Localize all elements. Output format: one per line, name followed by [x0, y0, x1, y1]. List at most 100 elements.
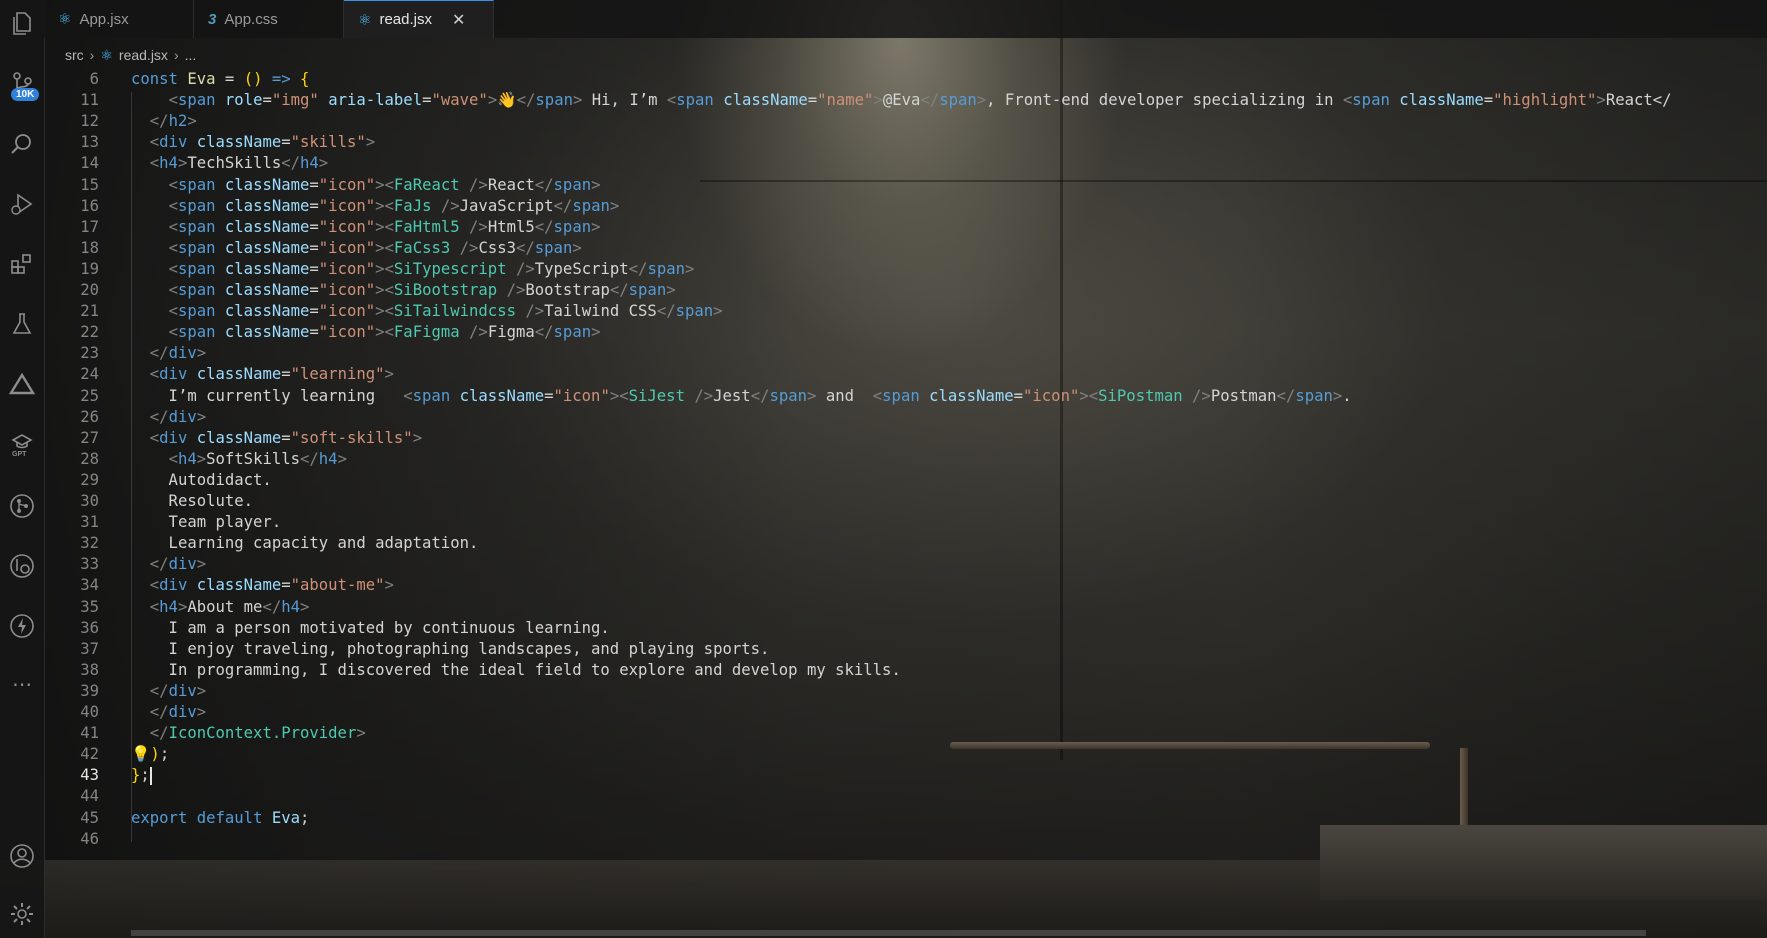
code-line[interactable]: 37 I enjoy traveling, photographing land… [44, 638, 1767, 661]
code-line[interactable]: 30 Resolute. [44, 490, 1767, 513]
code-line[interactable]: 27 <div className="soft-skills"> [44, 427, 1767, 450]
code-line[interactable]: 13 <div className="skills"> [44, 131, 1767, 154]
tab-app-css[interactable]: 3 App.css [194, 0, 344, 38]
testing-icon[interactable] [6, 308, 38, 340]
source-control-badge: 10K [11, 88, 40, 101]
code-text: <h4>About me</h4> [149, 597, 310, 616]
code-line[interactable]: 46 [44, 828, 1767, 851]
code-text: <span className="icon"><FaCss3 />Css3</s… [168, 238, 582, 257]
activity-bar: 10K GPT ⋯ [0, 0, 45, 938]
deploy-icon[interactable] [6, 368, 38, 400]
line-number: 29 [80, 470, 99, 489]
line-number: 18 [80, 238, 99, 257]
css-icon: 3 [208, 10, 217, 28]
code-line[interactable]: 17 <span className="icon"><FaHtml5 />Htm… [44, 216, 1767, 239]
code-text: }; [131, 766, 152, 785]
code-line[interactable]: 41 </IconContext.Provider> [44, 722, 1767, 745]
code-line[interactable]: 28 <h4>SoftSkills</h4> [44, 448, 1767, 471]
code-line[interactable]: 19 <span className="icon"><SiTypescript … [44, 258, 1767, 281]
code-line[interactable]: 34 <div className="about-me"> [44, 574, 1767, 597]
code-line[interactable]: 42 💡); [44, 743, 1767, 766]
code-line[interactable]: 45 export default Eva; [44, 807, 1767, 830]
account-icon[interactable] [6, 840, 38, 872]
code-editor[interactable]: 6 const Eva = () => {11 <span role="img" … [44, 68, 1767, 938]
line-number: 32 [80, 534, 99, 553]
code-line[interactable]: 6 const Eva = () => { [44, 68, 1767, 91]
react-icon: ⚛ [58, 11, 72, 28]
search-icon[interactable] [6, 128, 38, 160]
code-line[interactable]: 36 I am a person motivated by continuous… [44, 617, 1767, 640]
code-text: Autodidact. [131, 470, 272, 489]
line-number: 41 [80, 724, 99, 743]
close-icon[interactable]: ✕ [452, 10, 465, 30]
line-number: 40 [80, 703, 99, 721]
gpt-icon[interactable]: GPT [6, 428, 38, 460]
code-line[interactable]: 25 I’m currently learning <span classNam… [44, 385, 1767, 408]
code-text: const Eva = () => { [131, 70, 310, 88]
remote-explorer-icon[interactable] [6, 550, 38, 582]
tab-label: App.jsx [79, 10, 129, 28]
more-icon[interactable]: ⋯ [6, 668, 38, 700]
code-line[interactable]: 43}; [44, 764, 1767, 787]
code-text: </h2> [149, 112, 197, 131]
code-line[interactable]: 12 </h2> [44, 110, 1767, 133]
code-line[interactable]: 22 <span className="icon"><FaFigma />Fig… [44, 321, 1767, 344]
run-debug-icon[interactable] [6, 188, 38, 220]
code-line[interactable]: 23 </div> [44, 342, 1767, 365]
code-line[interactable]: 39 </div> [44, 680, 1767, 703]
code-text: <span className="icon"><FaFigma />Figma<… [168, 323, 601, 342]
breadcrumb: src › ⚛ read.jsx › ... [65, 45, 196, 65]
line-number: 37 [80, 639, 99, 658]
breadcrumb-file[interactable]: read.jsx [119, 47, 168, 63]
horizontal-scrollbar[interactable] [131, 930, 1646, 936]
code-line[interactable]: 38 In programming, I discovered the idea… [44, 659, 1767, 682]
tab-bar: ⚛ App.jsx 3 App.css ⚛ read.jsx ✕ [44, 0, 1767, 38]
tab-app-jsx[interactable]: ⚛ App.jsx [44, 0, 194, 38]
git-graph-icon[interactable] [6, 490, 38, 522]
code-line[interactable]: 40 </div> [44, 701, 1767, 724]
code-line[interactable]: 16 <span className="icon"><FaJs />JavaSc… [44, 195, 1767, 218]
code-line[interactable]: 14 <h4>TechSkills</h4> [44, 152, 1767, 175]
lightbulb-icon[interactable]: 💡 [131, 745, 150, 763]
line-number: 30 [80, 492, 99, 510]
code-line[interactable]: 20 <span className="icon"><SiBootstrap /… [44, 279, 1767, 302]
code-line[interactable]: 44 [44, 785, 1767, 808]
line-number: 26 [80, 407, 99, 426]
code-line[interactable]: 31 Team player. [44, 511, 1767, 534]
line-number: 34 [80, 576, 99, 595]
code-text: I’m currently learning <span className="… [131, 386, 1352, 405]
tab-read-jsx[interactable]: ⚛ read.jsx ✕ [344, 0, 494, 38]
line-number: 15 [80, 175, 99, 194]
code-text: In programming, I discovered the ideal f… [131, 660, 901, 679]
code-text: <span role="img" aria-label="wave">👋</sp… [168, 91, 1672, 110]
line-number: 24 [80, 365, 99, 384]
code-line[interactable]: 15 <span className="icon"><FaReact />Rea… [44, 174, 1767, 197]
code-line[interactable]: 18 <span className="icon"><FaCss3 />Css3… [44, 237, 1767, 260]
extensions-icon[interactable] [6, 248, 38, 280]
line-number: 33 [80, 555, 99, 574]
line-number: 31 [80, 513, 99, 532]
code-line[interactable]: 32 Learning capacity and adaptation. [44, 532, 1767, 555]
code-text: <span className="icon"><FaHtml5 />Html5<… [168, 217, 601, 236]
code-line[interactable]: 33 </div> [44, 553, 1767, 576]
settings-icon[interactable] [6, 898, 38, 930]
code-line[interactable]: 29 Autodidact. [44, 469, 1767, 492]
explorer-icon[interactable] [6, 8, 38, 40]
code-line[interactable]: 24 <div className="learning"> [44, 363, 1767, 386]
lightning-icon[interactable] [6, 610, 38, 642]
line-number: 22 [80, 323, 99, 342]
code-line[interactable]: 35 <h4>About me</h4> [44, 596, 1767, 619]
line-number: 23 [80, 344, 99, 363]
breadcrumb-more[interactable]: ... [185, 47, 197, 63]
line-number: 38 [80, 660, 99, 679]
code-line[interactable]: 26 </div> [44, 406, 1767, 429]
code-line[interactable]: 21 <span className="icon"><SiTailwindcss… [44, 300, 1767, 323]
line-number: 27 [80, 428, 99, 447]
code-line[interactable]: 11 <span role="img" aria-label="wave">👋<… [44, 89, 1767, 112]
line-number: 25 [80, 386, 99, 405]
breadcrumb-folder[interactable]: src [65, 47, 84, 63]
line-number: 6 [89, 70, 99, 88]
code-text: </IconContext.Provider> [149, 724, 366, 743]
line-number: 36 [80, 618, 99, 637]
line-number: 39 [80, 681, 99, 700]
